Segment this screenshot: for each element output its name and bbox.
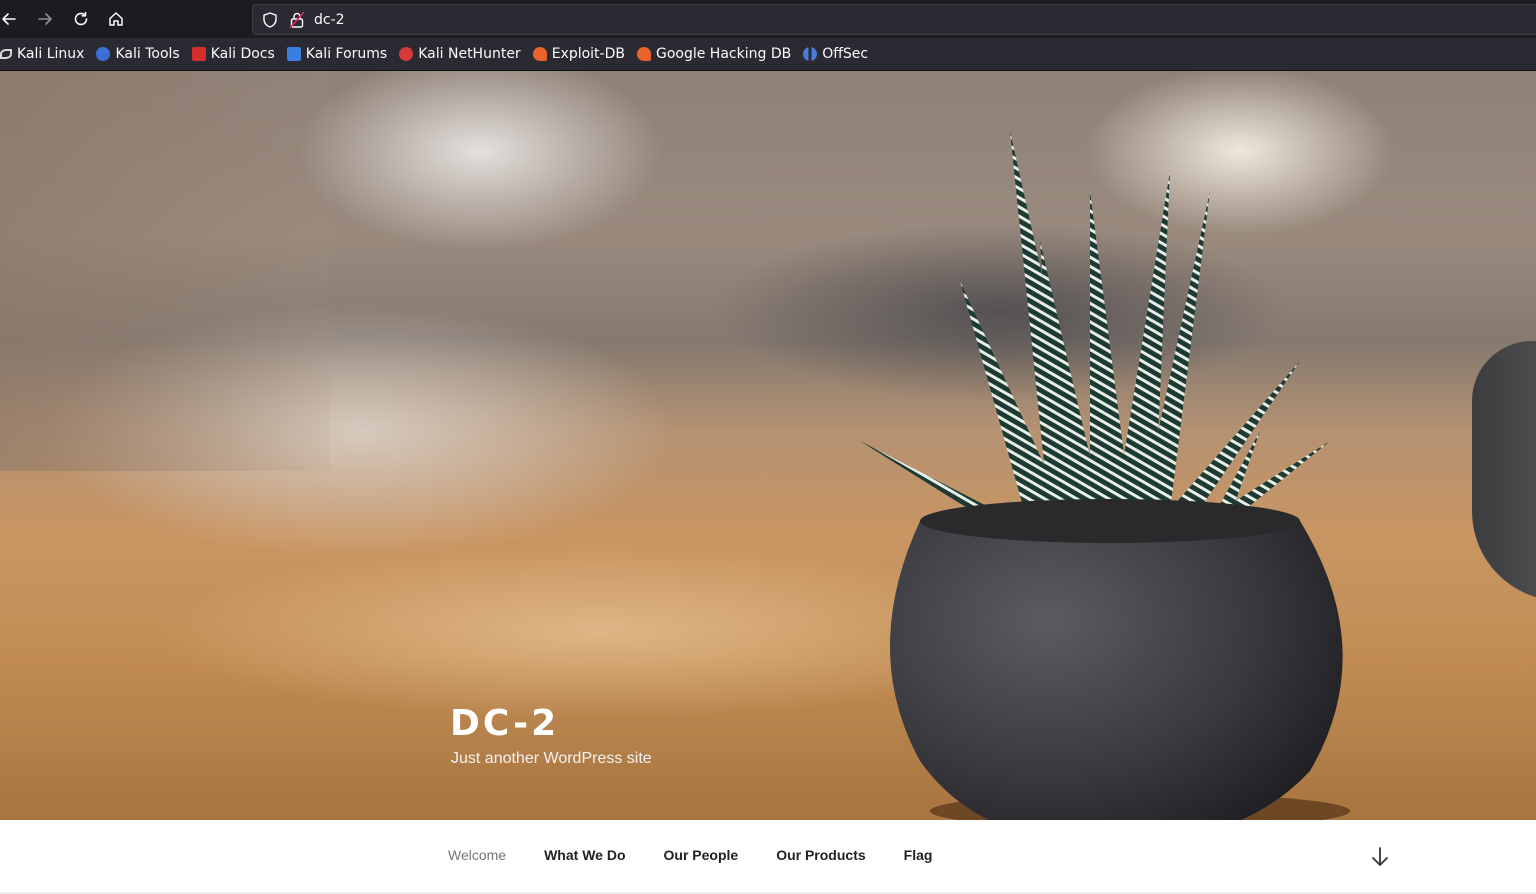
home-icon <box>109 12 123 26</box>
menu-item-welcome[interactable]: Welcome <box>448 847 506 863</box>
nethunter-icon <box>399 47 414 61</box>
reload-icon <box>74 11 88 26</box>
insecure-lock-icon[interactable] <box>289 11 305 29</box>
offsec-icon <box>803 47 818 61</box>
main-menu: Welcome What We Do Our People Our Produc… <box>448 847 970 863</box>
site-description: Just another WordPress site <box>451 750 652 767</box>
home-button[interactable] <box>104 7 128 31</box>
ghdb-icon <box>636 47 651 61</box>
kali-dragon-icon <box>0 49 12 59</box>
header-hero-image: DC-2 Just another WordPress site <box>0 71 1536 820</box>
bookmark-offsec[interactable]: OffSec <box>799 42 872 66</box>
site-title[interactable]: DC-2 <box>450 703 559 744</box>
menu-item-our-products[interactable]: Our Products <box>776 847 865 863</box>
bookmark-kali-docs[interactable]: Kali Docs <box>188 42 279 66</box>
bookmark-exploit-db[interactable]: Exploit-DB <box>529 42 629 66</box>
bookmarks-toolbar: Kali Linux Kali Tools Kali Docs Kali For… <box>0 38 1536 71</box>
browser-toolbar: dc-2 <box>0 0 1536 38</box>
back-arrow-icon <box>2 13 16 25</box>
succulent-plant-image <box>860 131 1350 820</box>
arrow-down-icon[interactable] <box>1368 844 1392 870</box>
background-wall <box>0 71 330 471</box>
site-navigation: Welcome What We Do Our People Our Produc… <box>0 820 1536 894</box>
menu-item-flag[interactable]: Flag <box>904 847 933 863</box>
reload-button[interactable] <box>69 7 93 31</box>
kali-tools-icon <box>96 47 111 61</box>
forward-arrow-icon <box>38 13 52 25</box>
kali-docs-icon <box>191 47 206 61</box>
bookmark-google-hacking-db[interactable]: Google Hacking DB <box>633 42 795 66</box>
shield-icon[interactable] <box>261 11 279 29</box>
bookmark-kali-tools[interactable]: Kali Tools <box>92 42 183 66</box>
kali-forums-icon <box>286 47 301 61</box>
url-text[interactable]: dc-2 <box>314 10 345 30</box>
address-bar[interactable]: dc-2 <box>252 4 1536 35</box>
exploit-db-icon <box>532 47 547 61</box>
menu-item-our-people[interactable]: Our People <box>664 847 739 863</box>
menu-item-what-we-do[interactable]: What We Do <box>544 847 625 863</box>
background-pot <box>1472 341 1536 601</box>
bookmark-kali-forums[interactable]: Kali Forums <box>283 42 391 66</box>
bookmark-kali-nethunter[interactable]: Kali NetHunter <box>395 42 524 66</box>
bookmark-kali-linux[interactable]: Kali Linux <box>0 42 88 66</box>
forward-button[interactable] <box>33 7 57 31</box>
back-button[interactable] <box>0 7 21 31</box>
